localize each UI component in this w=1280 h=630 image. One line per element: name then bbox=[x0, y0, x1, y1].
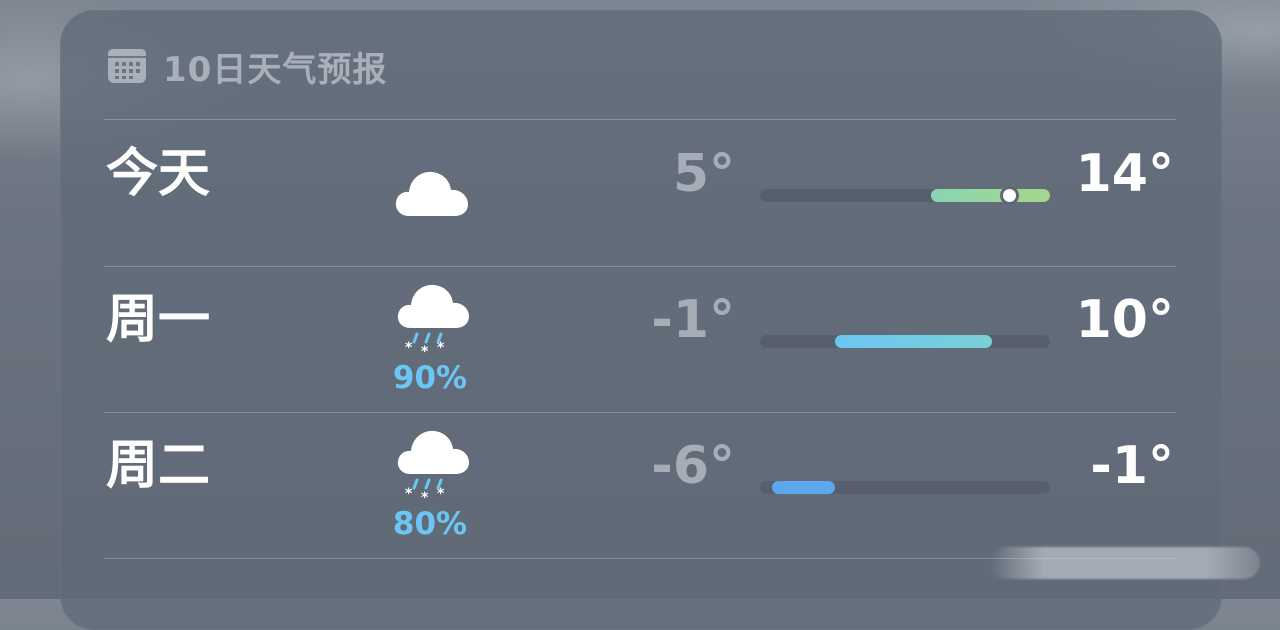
forecast-title: 10日天气预报 bbox=[163, 49, 388, 90]
watermark bbox=[990, 547, 1260, 579]
precip-chance: 80% bbox=[392, 506, 468, 542]
forecast-header: 10日天气预报 bbox=[107, 44, 388, 90]
day-label: 周一 bbox=[106, 290, 211, 350]
temp-range-fill bbox=[931, 189, 1050, 202]
precip-chance: 90% bbox=[392, 360, 468, 396]
svg-text:*: * bbox=[421, 344, 429, 358]
calendar-icon bbox=[108, 49, 146, 83]
forecast-row-today[interactable]: 今天 5° 14° bbox=[0, 120, 1280, 266]
forecast-row-monday[interactable]: 周一 * * * 90% -1° 10° bbox=[0, 266, 1280, 412]
high-temp: -1° bbox=[1090, 436, 1174, 496]
forecast-row-tuesday[interactable]: 周二 * * * 80% -6° -1° bbox=[0, 412, 1280, 558]
temp-range-fill bbox=[835, 335, 992, 348]
low-temp: -1° bbox=[651, 290, 735, 350]
temp-range-bar bbox=[760, 481, 1050, 494]
snow-cloud-icon: * * * bbox=[397, 430, 469, 504]
temp-range-fill bbox=[771, 481, 836, 494]
svg-text:*: * bbox=[421, 490, 429, 504]
high-temp: 14° bbox=[1075, 144, 1174, 204]
temp-range-bar bbox=[760, 189, 1050, 202]
svg-text:*: * bbox=[405, 340, 413, 356]
snow-cloud-icon: * * * bbox=[397, 284, 469, 358]
svg-text:*: * bbox=[405, 486, 413, 502]
temp-range-bar bbox=[760, 335, 1050, 348]
low-temp: 5° bbox=[672, 144, 735, 204]
high-temp: 10° bbox=[1075, 290, 1174, 350]
cloud-icon bbox=[395, 171, 468, 216]
day-label: 今天 bbox=[106, 144, 211, 204]
day-label: 周二 bbox=[106, 436, 211, 496]
low-temp: -6° bbox=[651, 436, 735, 496]
